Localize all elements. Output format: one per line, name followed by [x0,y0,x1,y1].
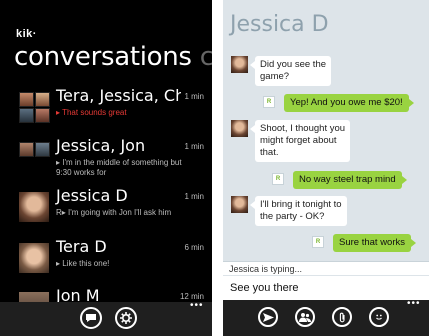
more-menu-button[interactable]: ••• [407,298,421,309]
avatar [19,192,49,222]
more-menu-button[interactable]: ••• [190,300,204,311]
chat-app-bar: ••• [223,298,429,336]
sender-avatar [231,196,248,213]
app-bar: ••• [0,300,212,336]
conversation-name: Tera D [56,237,107,256]
conversations-screen: kik· conversations c Tera, Jessica, Ch 1 … [0,0,212,336]
pivot-next-title[interactable]: c [200,42,212,72]
paperclip-icon [339,312,345,322]
attach-button[interactable] [332,307,352,327]
sender-avatar [231,56,248,73]
conversation-time: 6 min [181,243,204,252]
message-bubble: Sure that works [333,234,416,252]
settings-button[interactable] [115,307,137,329]
avatar [35,142,50,157]
chat-title: Jessica D [230,12,329,37]
read-receipt-icon: R [312,236,324,248]
send-button[interactable] [258,307,278,327]
send-icon [262,312,274,322]
conversation-name: Tera, Jessica, Ch [56,86,186,105]
smiley-icon [376,314,382,320]
pivot-title[interactable]: conversations [14,42,192,72]
avatar [19,92,34,107]
typing-indicator: Jessica is typing... [223,261,429,275]
chat-bubble-icon [86,314,96,322]
gear-icon [120,312,132,324]
message-input[interactable]: See you there [223,276,429,300]
conversation-preview: ▸ I'm in the middle of something but 9:3… [56,158,182,177]
conversation-time: 1 min [181,92,204,101]
conversation-name: Jessica D [56,186,128,205]
people-icon [299,313,311,322]
conversation-preview: ▸ Like this one! [56,259,110,268]
avatar [19,108,34,123]
conversation-time: 1 min [181,142,204,151]
conversation-preview: ▸ That sounds great [56,108,127,117]
avatar [35,92,50,107]
message-bubble: I'll bring it tonight to the party - OK? [250,196,347,226]
avatar [35,108,50,123]
pivot-header[interactable]: conversations c [14,42,212,72]
contact-info-button[interactable] [295,307,315,327]
conversation-time: 1 min [181,192,204,201]
message-bubble: Did you see the game? [249,56,332,86]
message-bubble: No way steel trap mind [293,171,407,189]
avatar [19,142,34,157]
avatar [19,243,49,273]
conversation-name: Jessica, Jon [56,136,146,155]
conversation-preview: R▸ I'm going with Jon I'll ask him [56,208,172,217]
kik-logo: kik· [16,28,37,40]
sender-avatar [231,120,248,137]
message-bubble: Shoot, I thought you might forget about … [249,120,351,162]
read-receipt-icon: R [263,96,275,108]
message-bubble: Yep! And you owe me $20! [284,94,414,112]
chat-screen: Jessica D Did you see the game? R Yep! A… [223,0,429,336]
read-receipt-icon: R [272,173,284,185]
emoji-button[interactable] [369,307,389,327]
new-chat-button[interactable] [80,307,102,329]
